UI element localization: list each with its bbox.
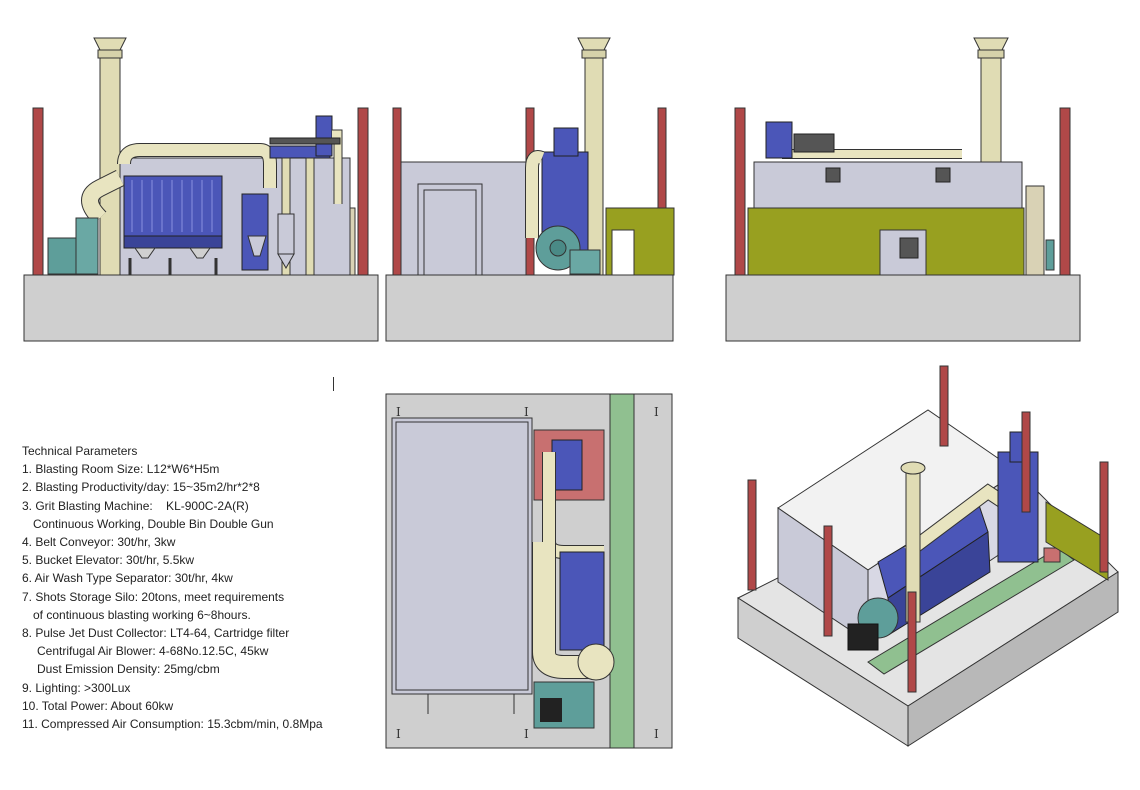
tech-line: 8. Pulse Jet Dust Collector: LT4-64, Car… (22, 626, 290, 641)
tech-line: 3. Grit Blasting Machine: KL-900C-2A(R) (22, 498, 249, 513)
dust-collector (123, 175, 223, 237)
isometric-view (728, 362, 1128, 758)
plan-view-drawing: I I I I I I (385, 393, 673, 749)
foundation-slab (725, 274, 1081, 342)
steel-column (392, 107, 402, 276)
tech-line: 11. Compressed Air Consumption: 15.3cbm/… (22, 717, 323, 732)
iso-column (907, 591, 917, 693)
tech-line: Dust Emission Density: 25mg/cbm (37, 662, 220, 677)
air-blower (47, 237, 77, 275)
stack-cap (93, 37, 127, 51)
iso-elevator (997, 451, 1039, 563)
steel-column (357, 107, 369, 276)
dust-collector-plan (559, 551, 605, 651)
side-elevation-view (382, 18, 678, 344)
iso-column (1099, 461, 1109, 573)
blast-room-plan (391, 417, 533, 695)
column-marker: I (524, 727, 529, 741)
foundation-slab (23, 274, 379, 342)
tech-line: Centrifugal Air Blower: 4-68No.12.5C, 45… (37, 644, 269, 659)
column-marker: I (524, 405, 529, 419)
column-marker: I (654, 727, 659, 741)
tech-line: 4. Belt Conveyor: 30t/hr, 3kw (22, 535, 176, 550)
tech-line: 6. Air Wash Type Separator: 30t/hr, 4kw (22, 571, 233, 586)
tech-line: of continuous blasting working 6~8hours. (33, 607, 251, 622)
plan-view: I I I I I I (384, 392, 676, 752)
text-cursor (333, 377, 334, 391)
iso-column (747, 479, 757, 591)
tech-line: 5. Bucket Elevator: 30t/hr, 5.5kw (22, 553, 195, 568)
iso-column (1021, 411, 1031, 513)
iso-column (823, 525, 833, 637)
technical-parameters-block: Technical Parameters 1. Blasting Room Si… (22, 442, 372, 733)
tech-line: 9. Lighting: >300Lux (22, 680, 131, 695)
tech-line: 10. Total Power: About 60kw (22, 698, 174, 713)
steel-column (734, 107, 746, 276)
walkway (609, 393, 635, 749)
side-elevation-drawing (385, 37, 675, 342)
iso-column (939, 365, 949, 447)
vent-louver (935, 167, 951, 183)
rear-elevation-view (722, 18, 1084, 344)
front-elevation-view (20, 18, 382, 344)
bucket-elevator (241, 193, 269, 271)
column-marker: I (396, 405, 401, 419)
tech-line: 7. Shots Storage Silo: 20tons, meet requ… (22, 589, 285, 604)
tech-line: 1. Blasting Room Size: L12*W6*H5m (22, 462, 220, 477)
isometric-drawing (736, 365, 1119, 747)
exhaust-stack (99, 55, 121, 276)
blast-room-wall (753, 161, 1023, 209)
room-door (417, 183, 483, 276)
column-marker: I (396, 727, 401, 741)
tech-heading: Technical Parameters (22, 444, 138, 458)
foundation-slab (385, 274, 674, 342)
rear-elevation-drawing (725, 37, 1081, 342)
tech-line: Continuous Working, Double Bin Double Gu… (33, 516, 274, 531)
column-marker: I (654, 405, 659, 419)
steel-column (1059, 107, 1071, 276)
front-elevation-drawing (23, 37, 379, 342)
tech-line: 2. Blasting Productivity/day: 15~35m2/hr… (22, 480, 260, 495)
vent-louver (825, 167, 841, 183)
exhaust-stack (980, 55, 1002, 163)
steel-column (32, 107, 44, 276)
